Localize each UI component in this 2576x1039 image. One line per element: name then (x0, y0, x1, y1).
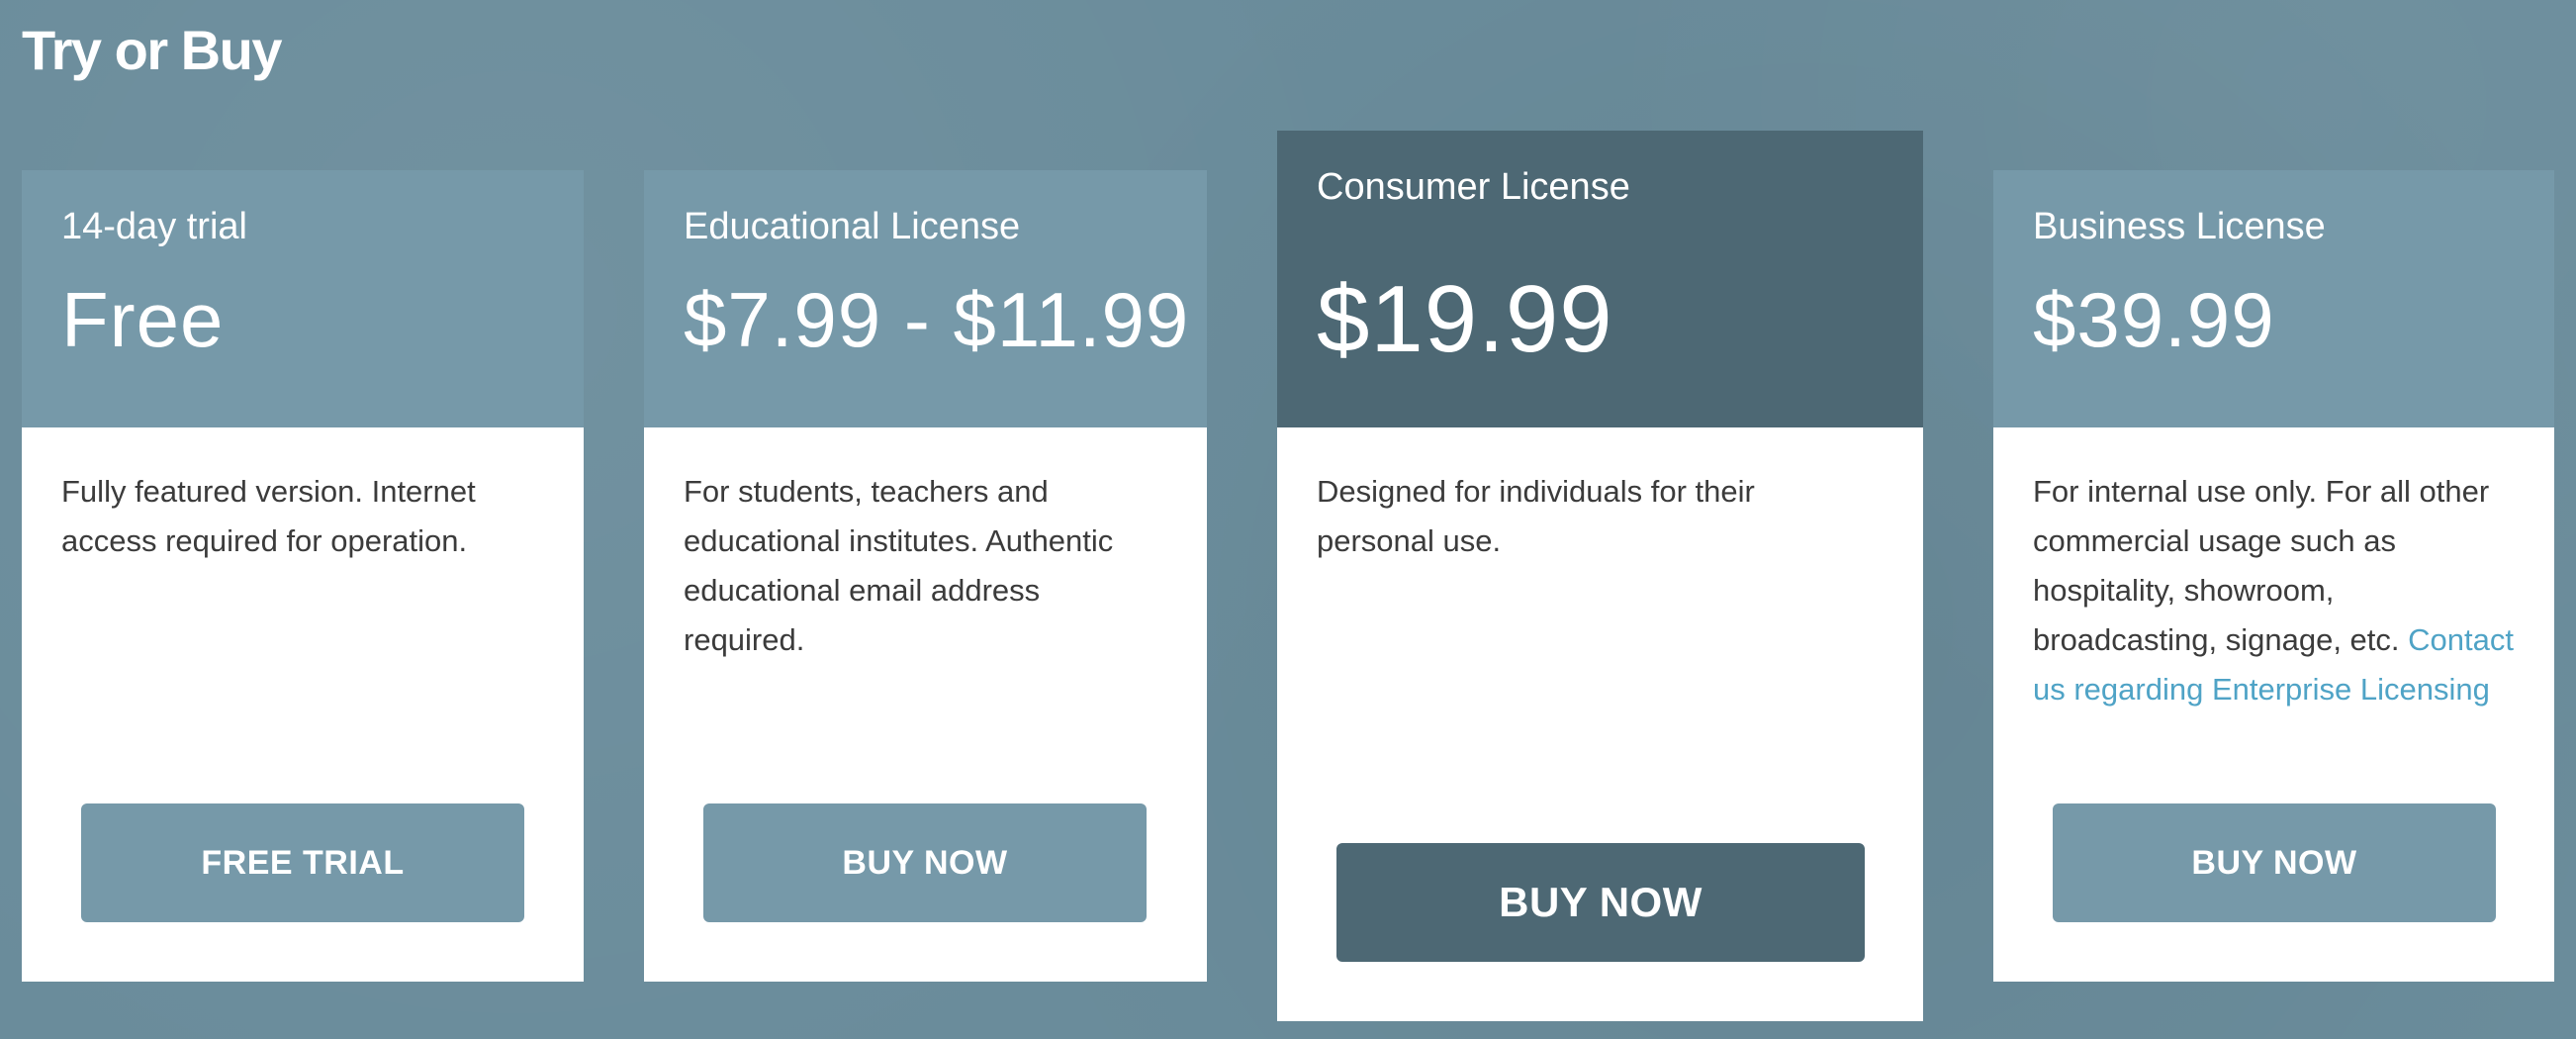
free-trial-button[interactable]: FREE TRIAL (81, 803, 524, 922)
plan-price: $19.99 (1317, 266, 1613, 372)
plan-name: 14-day trial (61, 206, 247, 247)
plan-description-text: Fully featured version. Internet access … (61, 474, 476, 558)
plan-card-consumer: Consumer License $19.99 Designed for ind… (1277, 131, 1923, 1021)
plan-price: $39.99 (2033, 276, 2275, 363)
plan-header: Business License $39.99 (1993, 170, 2554, 427)
page-title: Try or Buy (22, 19, 282, 81)
plan-price: $7.99 - $11.99 (684, 276, 1190, 363)
plan-name: Consumer License (1317, 166, 1630, 208)
plan-name: Business License (2033, 206, 2326, 247)
buy-consumer-button[interactable]: BUY NOW (1336, 843, 1865, 962)
plan-price: Free (61, 276, 225, 363)
plan-description: Designed for individuals for their perso… (1317, 467, 1871, 566)
buy-educational-button[interactable]: BUY NOW (703, 803, 1147, 922)
plan-description-text: Designed for individuals for their perso… (1317, 474, 1755, 558)
plan-description-text: For students, teachers and educational i… (684, 474, 1114, 657)
plan-header: Educational License $7.99 - $11.99 (644, 170, 1207, 427)
plan-header: 14-day trial Free (22, 170, 584, 427)
plan-card-business: Business License $39.99 For internal use… (1993, 170, 2554, 982)
plan-description: For students, teachers and educational i… (684, 467, 1168, 665)
buy-business-button[interactable]: BUY NOW (2053, 803, 2496, 922)
plan-description: For internal use only. For all other com… (2033, 467, 2518, 714)
plan-card-educational: Educational License $7.99 - $11.99 For s… (644, 170, 1207, 982)
plan-name: Educational License (684, 206, 1021, 247)
plan-header: Consumer License $19.99 (1277, 131, 1923, 427)
plan-description: Fully featured version. Internet access … (61, 467, 546, 566)
plan-card-trial: 14-day trial Free Fully featured version… (22, 170, 584, 982)
